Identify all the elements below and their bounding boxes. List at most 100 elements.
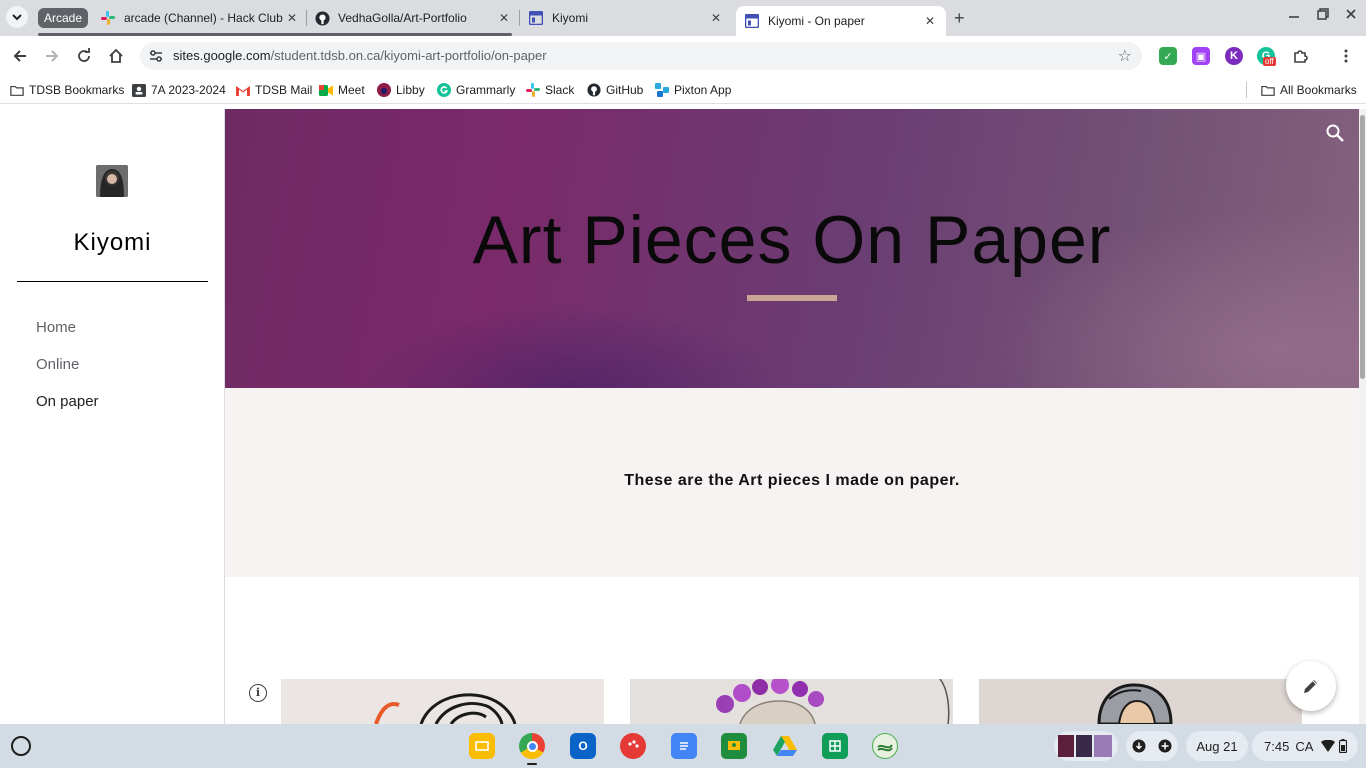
bookmark-meet[interactable]: Meet	[319, 82, 365, 98]
close-icon	[1346, 9, 1356, 19]
bookmark-grammarly[interactable]: Grammarly	[437, 82, 515, 98]
close-window-button[interactable]	[1345, 7, 1357, 23]
github-icon	[587, 83, 601, 97]
os-shelf: O Aug 21 7:45 CA	[0, 724, 1366, 768]
bookmark-label: Libby	[396, 83, 425, 97]
tab-separator	[519, 10, 520, 26]
tab-title: VedhaGolla/Art-Portfolio	[338, 11, 467, 25]
outlook-icon[interactable]: O	[570, 733, 596, 759]
tab-github-portfolio[interactable]: VedhaGolla/Art-Portfolio ✕	[314, 6, 512, 30]
site-info-icon[interactable]	[148, 48, 164, 64]
close-icon[interactable]: ✕	[496, 10, 512, 26]
gmail-icon	[236, 83, 250, 97]
date-tray[interactable]: Aug 21	[1186, 731, 1248, 761]
bookmark-label: TDSB Bookmarks	[29, 83, 125, 97]
folder-icon	[10, 83, 24, 97]
bookmark-label: Meet	[338, 83, 365, 97]
tab-kiyomi-on-paper[interactable]: Kiyomi - On paper ✕	[736, 6, 946, 36]
bookmark-label: All Bookmarks	[1280, 83, 1357, 97]
bookmark-label: TDSB Mail	[255, 83, 313, 97]
tab-group-chip[interactable]: Arcade	[38, 8, 89, 28]
nav-link-home[interactable]: Home	[36, 319, 76, 336]
bookmark-label: Grammarly	[456, 83, 516, 97]
paint-icon[interactable]	[620, 733, 646, 759]
address-bar[interactable]: sites.google.com/student.tdsb.on.ca/kiyo…	[140, 42, 1142, 70]
chrome-icon[interactable]	[519, 733, 545, 759]
back-button[interactable]	[8, 44, 32, 68]
close-icon[interactable]: ✕	[708, 10, 724, 26]
hero-banner: Art Pieces On Paper	[225, 109, 1359, 388]
bookmark-7a[interactable]: 7A 2023-2024	[132, 82, 226, 98]
extension-puzzle-purple-icon[interactable]: ▣	[1192, 47, 1210, 65]
extension-green-icon[interactable]: ✓	[1159, 47, 1177, 65]
bookmark-tdsb-bookmarks[interactable]: TDSB Bookmarks	[10, 82, 124, 98]
nav-link-online[interactable]: Online	[36, 356, 79, 373]
slack-icon	[100, 10, 116, 26]
libby-icon	[377, 83, 391, 97]
puzzle-icon	[1294, 50, 1308, 63]
tab-arcade-slack[interactable]: arcade (Channel) - Hack Club - ✕	[100, 6, 300, 30]
launcher-button[interactable]	[11, 736, 31, 756]
more-vert-icon	[1344, 49, 1348, 63]
earth-icon[interactable]	[872, 733, 898, 759]
github-icon	[314, 10, 330, 26]
bookmarks-separator	[1246, 82, 1247, 98]
artwork-image-2[interactable]	[630, 679, 953, 724]
artwork-image-1[interactable]	[281, 679, 604, 724]
bookmark-tdsb-mail[interactable]: TDSB Mail	[236, 82, 312, 98]
tab-strip: Arcade arcade (Channel) - Hack Club - ✕ …	[0, 0, 1366, 36]
intro-text: These are the Art pieces I made on paper…	[624, 472, 960, 489]
new-tab-button[interactable]: +	[954, 8, 965, 29]
info-icon[interactable]: i	[249, 684, 267, 702]
all-bookmarks-button[interactable]: All Bookmarks	[1261, 82, 1357, 98]
google-sites-icon	[528, 10, 544, 26]
artwork-image-3[interactable]	[979, 679, 1302, 724]
tab-search-button[interactable]	[6, 6, 28, 28]
forward-button[interactable]	[40, 44, 64, 68]
nav-link-on-paper[interactable]: On paper	[36, 393, 99, 410]
close-icon[interactable]: ✕	[284, 10, 300, 26]
drive-icon[interactable]	[772, 733, 798, 759]
system-tray[interactable]: 7:45 CA	[1252, 731, 1358, 761]
reload-button[interactable]	[72, 44, 96, 68]
sheets-icon[interactable]	[822, 733, 848, 759]
minimize-button[interactable]	[1288, 7, 1300, 23]
home-icon	[109, 48, 123, 63]
site-logo[interactable]	[96, 165, 128, 197]
grammarly-icon	[437, 83, 451, 97]
scrollbar-thumb[interactable]	[1360, 115, 1365, 379]
chrome-menu-button[interactable]	[1334, 44, 1358, 68]
extensions-button[interactable]	[1288, 44, 1312, 68]
site-search-button[interactable]	[1325, 123, 1349, 147]
home-button[interactable]	[104, 44, 128, 68]
edit-button[interactable]	[1286, 661, 1336, 711]
bookmark-label: Pixton App	[674, 83, 732, 97]
minimize-icon	[1289, 16, 1299, 18]
page-scrollbar[interactable]	[1359, 109, 1366, 724]
status-icons-tray[interactable]	[1126, 731, 1178, 761]
battery-icon	[1339, 739, 1348, 753]
extension-badge: off	[1263, 57, 1276, 66]
bookmark-libby[interactable]: Libby	[377, 82, 425, 98]
browser-toolbar: sites.google.com/student.tdsb.on.ca/kiyo…	[0, 36, 1366, 76]
bookmark-pixton[interactable]: Pixton App	[655, 82, 731, 98]
download-circle-icon	[1132, 739, 1146, 753]
holding-space-tray[interactable]	[1054, 731, 1118, 761]
pixton-icon	[655, 83, 669, 97]
bookmark-label: GitHub	[606, 83, 644, 97]
slides-icon[interactable]	[469, 733, 495, 759]
bookmark-slack[interactable]: Slack	[526, 82, 574, 98]
title-accent-bar	[747, 295, 837, 301]
bookmark-github[interactable]: GitHub	[587, 82, 643, 98]
docs-icon[interactable]	[671, 733, 697, 759]
restore-button[interactable]	[1317, 7, 1329, 23]
thumbnail-image	[1058, 735, 1074, 757]
tab-kiyomi[interactable]: Kiyomi ✕	[528, 6, 724, 30]
close-icon[interactable]: ✕	[922, 13, 938, 29]
extension-k-icon[interactable]: K	[1225, 47, 1243, 65]
tab-title: Kiyomi - On paper	[768, 14, 865, 28]
classroom-icon[interactable]	[721, 733, 747, 759]
bookmark-star-icon[interactable]: ☆	[1118, 46, 1132, 66]
site-title[interactable]: Kiyomi	[0, 229, 225, 257]
page-title: Art Pieces On Paper	[472, 202, 1112, 278]
